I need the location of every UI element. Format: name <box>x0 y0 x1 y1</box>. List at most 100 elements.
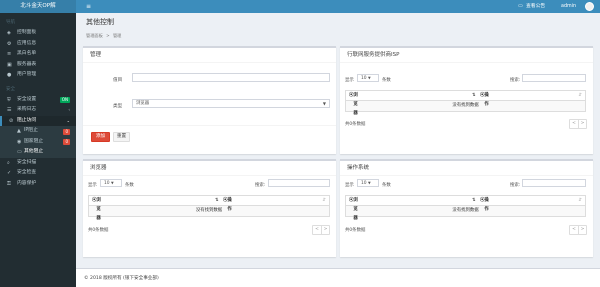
block-icon: ⊘ <box>9 117 14 124</box>
caret-down-icon: ▼ <box>111 181 114 185</box>
check-icon: ✓ <box>7 170 12 176</box>
sidebar-item-ip-block[interactable]: ▲ IP阻止 0 <box>0 126 76 137</box>
page-title: 其他控制 <box>86 18 114 26</box>
report-link[interactable]: 查看公告 <box>526 0 545 13</box>
sidebar-item-users[interactable]: ● 用户管理 <box>0 70 76 81</box>
sidebar-item-block-access[interactable]: ⊘ 阻止访问 ⌄ <box>0 115 76 126</box>
sidebar-item-security-scan[interactable]: ⌕ 安全扫描 <box>0 158 76 169</box>
prev-page-button[interactable]: < <box>570 226 578 234</box>
sort-icon[interactable]: ⇵ <box>322 196 326 205</box>
chevron-left-icon: ‹ <box>68 107 70 112</box>
caret-down-icon: ▼ <box>322 101 326 106</box>
hamburger-icon[interactable]: ≡ <box>86 0 91 13</box>
header-col-action: ⦿ 操作 <box>223 198 232 212</box>
pagination: < > <box>312 225 330 235</box>
globe-icon: ◉ <box>17 138 22 145</box>
table-header: ⦿ 浏览器 ⇅ ⦿ 操作 ⇵ <box>346 91 585 116</box>
sort-icon[interactable]: ⇵ <box>578 91 582 100</box>
shield-icon: ⛨ <box>7 96 11 103</box>
footer-copyright: © 2018 版权所有 (银下安全事业部) <box>84 276 159 281</box>
sidebar-item-dashboard[interactable]: ◈ 控制面板 <box>0 28 76 39</box>
sidebar-item-logs[interactable]: ☰ 采购日志 ‹ <box>0 105 76 116</box>
next-page-button[interactable]: > <box>321 226 329 234</box>
gear-icon: ⚙ <box>7 40 12 47</box>
sidebar-item-security-check[interactable]: ✓ 安全检查 <box>0 168 76 179</box>
table-summary: 共0条数据 <box>88 228 109 233</box>
user-icon: ● <box>7 72 12 78</box>
breadcrumb-home[interactable]: 管理面板 <box>86 33 103 38</box>
avatar[interactable] <box>585 2 594 11</box>
header-col-browser[interactable]: ⦿ 浏览器 <box>92 196 101 221</box>
warning-icon: ▲ <box>17 128 21 134</box>
sidebar-item-content-protect[interactable]: ⚿ 内容保护 <box>0 179 76 190</box>
top-navbar: ≡ ▭ 查看公告 admin <box>76 0 600 13</box>
sort-icon[interactable]: ⇅ <box>472 91 476 100</box>
sort-icon[interactable]: ⇅ <box>215 196 219 205</box>
table-header: ⦿ 浏览器 ⇅ ⦿ 操作 ⇵ <box>346 196 585 221</box>
sort-icon[interactable]: ⇅ <box>472 196 476 205</box>
security-section-header: 安全 <box>6 86 15 92</box>
sidebar-item-security-settings[interactable]: ⛨ 安全设置 ON <box>0 95 76 106</box>
on-badge: ON <box>59 97 70 103</box>
header-col-browser[interactable]: ⦿ 浏览器 <box>349 196 358 221</box>
user-name[interactable]: admin <box>561 0 576 13</box>
header-col-browser[interactable]: ⦿ 浏览器 <box>349 91 358 116</box>
length-label: 显示 <box>345 183 354 188</box>
value-input[interactable] <box>132 73 330 82</box>
browser-box: 浏览器 显示 10 ▼ 条数 搜索: ⦿ 浏览器 ⇅ ⦿ 操作 ⇵ 没有找到数据… <box>83 159 336 257</box>
footer: © 2018 版权所有 (银下安全事业部) <box>76 268 600 287</box>
nav-section-header: 导航 <box>6 20 15 25</box>
server-icon: ▣ <box>7 61 12 68</box>
prev-page-button[interactable]: < <box>313 226 321 234</box>
isp-box: 行联网服务提供商ISP 显示 10 ▼ 条数 搜索: ⦿ 浏览器 ⇅ ⦿ 操作 … <box>340 46 593 154</box>
length-suffix: 条数 <box>382 78 391 83</box>
search-icon: ⌕ <box>7 159 10 166</box>
browser-box-title: 浏览器 <box>83 161 336 176</box>
length-select[interactable]: 10 ▼ <box>100 179 122 187</box>
breadcrumb: 管理面板 > 管理 <box>86 33 121 39</box>
type-label: 类型 <box>113 104 123 109</box>
pagination: < > <box>569 225 587 235</box>
length-suffix: 条数 <box>125 183 134 188</box>
sidebar-item-country-block[interactable]: ◉ 国家阻止 0 <box>0 136 76 147</box>
prev-page-button[interactable]: < <box>570 120 578 128</box>
count-badge: 0 <box>63 139 70 145</box>
caret-down-icon: ▼ <box>368 181 371 185</box>
empty-row: 没有找到数据 <box>89 206 329 216</box>
sidebar-item-app-info[interactable]: ⚙ 应用信息 <box>0 39 76 50</box>
sidebar-item-servers[interactable]: ▣ 服务器表 <box>0 60 76 71</box>
os-box-title: 操作系统 <box>340 161 593 176</box>
data-table: ⦿ 浏览器 ⇅ ⦿ 操作 ⇵ 没有找到数据 <box>88 195 330 221</box>
search-input[interactable] <box>268 179 330 187</box>
chevron-down-icon: ⌄ <box>66 117 70 123</box>
search-label: 搜索: <box>510 183 521 188</box>
isp-box-title: 行联网服务提供商ISP <box>340 48 593 63</box>
add-button[interactable]: 添加 <box>91 132 110 142</box>
caret-down-icon: ▼ <box>368 76 371 80</box>
table-header: ⦿ 浏览器 ⇅ ⦿ 操作 ⇵ <box>89 196 329 221</box>
table-summary: 共0条数据 <box>345 228 366 233</box>
length-label: 显示 <box>88 183 97 188</box>
header-col-action: ⦿ 操作 <box>480 198 489 212</box>
monitor-icon[interactable]: ▭ <box>518 0 523 13</box>
next-page-button[interactable]: > <box>578 120 586 128</box>
header-col-action: ⦿ 操作 <box>480 93 489 107</box>
dashboard-icon: ◈ <box>7 30 11 36</box>
breadcrumb-current: 管理 <box>112 33 122 38</box>
type-select[interactable]: 浏览器 ▼ <box>132 99 330 108</box>
lock-icon: ⚿ <box>7 180 11 187</box>
sidebar: 北斗金天OP解 导航 ◈ 控制面板 ⚙ 应用信息 ≡ 黑白名单 ▣ 服务器表 ● 用户管理… <box>0 0 76 287</box>
length-select[interactable]: 10 ▼ <box>357 179 379 187</box>
list-icon: ≡ <box>7 51 12 57</box>
search-input[interactable] <box>522 179 586 187</box>
data-table: ⦿ 浏览器 ⇅ ⦿ 操作 ⇵ 没有找到数据 <box>345 90 586 116</box>
sort-icon[interactable]: ⇵ <box>578 196 582 205</box>
next-page-button[interactable]: > <box>578 226 586 234</box>
sidebar-item-other-block[interactable]: ▭ 其他阻止 <box>0 147 76 158</box>
reset-button[interactable]: 重置 <box>113 132 130 142</box>
brand-logo[interactable]: 北斗金天OP解 <box>0 0 76 13</box>
search-input[interactable] <box>522 74 586 82</box>
length-select[interactable]: 10 ▼ <box>357 74 379 82</box>
breadcrumb-separator: > <box>106 33 110 38</box>
sidebar-item-blacklist[interactable]: ≡ 黑白名单 <box>0 49 76 60</box>
